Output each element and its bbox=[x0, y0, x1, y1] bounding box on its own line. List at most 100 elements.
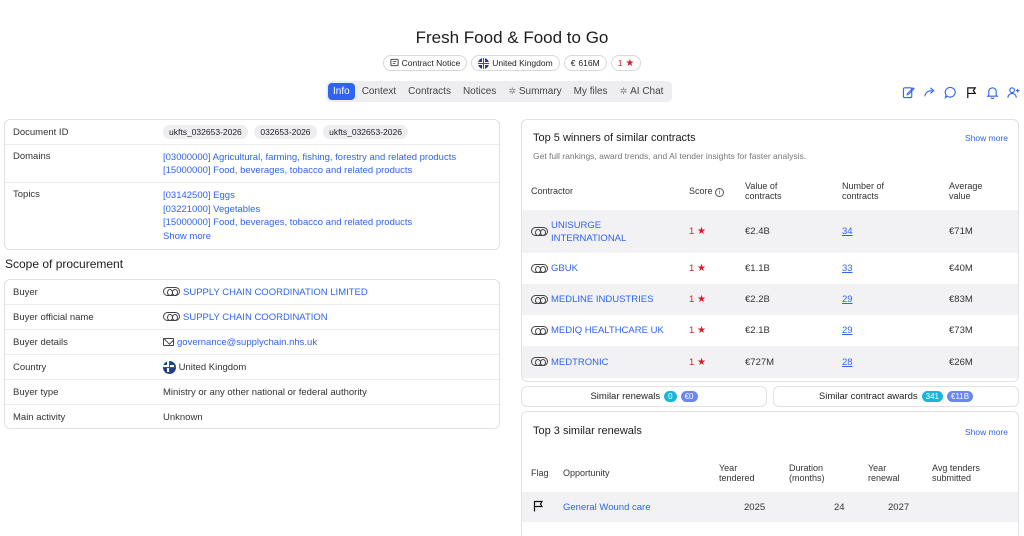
euro-icon: € bbox=[570, 58, 576, 68]
tab-info-label: Info bbox=[333, 86, 350, 97]
tab-context[interactable]: Context bbox=[357, 83, 401, 100]
average-cell: €73M bbox=[949, 325, 973, 336]
number-cell: 29 bbox=[837, 315, 944, 346]
tab-summary[interactable]: ✲ Summary bbox=[503, 83, 566, 100]
tab-my-files[interactable]: My files bbox=[569, 83, 613, 100]
winner-row[interactable]: UNISURGE INTERNATIONAL 1 ★ €2.4B 34 €71M bbox=[522, 210, 1018, 253]
action-toolbar bbox=[900, 84, 1021, 100]
renewals-title: Top 3 similar renewals bbox=[533, 425, 642, 437]
edit-icon[interactable] bbox=[900, 84, 916, 100]
value-header-line1: Value of bbox=[745, 181, 778, 191]
contractor-link[interactable]: UNISURGE INTERNATIONAL bbox=[551, 219, 626, 245]
winner-row[interactable]: MEDTRONIC 1 ★ €727M 28 €26M bbox=[522, 346, 1018, 378]
similar-awards-button[interactable]: Similar contract awards 341 €11B bbox=[773, 386, 1019, 407]
winner-row[interactable]: GBUK 1 ★ €1.1B 33 €40M bbox=[522, 253, 1018, 284]
tab-contracts[interactable]: Contracts bbox=[403, 83, 456, 100]
buyer-official-label: Buyer official name bbox=[13, 311, 94, 323]
renewals-show-more-link[interactable]: Show more bbox=[965, 427, 1008, 437]
score-cell: 1 ★ bbox=[684, 315, 740, 346]
renewals-header-row: Flag Opportunity Year tendered Duration (m… bbox=[522, 454, 1018, 492]
buyer-email-link[interactable]: governance@supplychain.nhs.uk bbox=[177, 337, 317, 348]
renewals-card: Top 3 similar renewals Show more Flag Op… bbox=[521, 411, 1019, 536]
uk-flag-icon bbox=[163, 360, 176, 374]
organization-icon bbox=[531, 294, 548, 304]
winners-card: Top 5 winners of similar contracts Get f… bbox=[521, 119, 1019, 382]
star-icon: ★ bbox=[696, 325, 706, 336]
topics-label: Topics bbox=[13, 189, 40, 200]
buyer-official-link[interactable]: SUPPLY CHAIN COORDINATION bbox=[183, 312, 328, 323]
tab-notices-label: Notices bbox=[462, 86, 497, 97]
contractor-column-header: Contractor bbox=[531, 186, 574, 196]
bell-icon[interactable] bbox=[984, 84, 1000, 100]
number-link[interactable]: 28 bbox=[842, 357, 853, 368]
value-cell: €2.1B bbox=[745, 325, 770, 336]
similar-awards-value: €11B bbox=[947, 391, 974, 402]
topic-link[interactable]: [03221000] Vegetables bbox=[163, 203, 491, 217]
contractor-link[interactable]: GBUK bbox=[551, 263, 578, 274]
number-link[interactable]: 33 bbox=[842, 263, 853, 274]
contractor-link[interactable]: MEDLINE INDUSTRIES bbox=[551, 294, 653, 305]
score-value: 1 bbox=[689, 325, 695, 336]
tab-notices[interactable]: Notices bbox=[458, 83, 501, 100]
info-icon[interactable]: i bbox=[715, 187, 725, 197]
flag-icon[interactable] bbox=[533, 500, 544, 515]
domain-link[interactable]: [03000000] Agricultural, farming, fishin… bbox=[163, 151, 491, 164]
notice-type-label: Contract Notice bbox=[401, 58, 461, 68]
duration-line2: (months) bbox=[789, 473, 825, 483]
similar-renewals-count: 0 bbox=[664, 391, 677, 402]
tab-info[interactable]: Info bbox=[328, 83, 355, 100]
year-renewal-column-header: Year renewal bbox=[863, 454, 927, 492]
flag-cell bbox=[522, 492, 558, 522]
renewal-row[interactable]: General Wound care 2025 24 2027 bbox=[522, 492, 1018, 522]
tab-ai-chat[interactable]: ✲ AI Chat bbox=[615, 83, 669, 100]
buyer-row: Buyer SUPPLY CHAIN COORDINATION LIMITED bbox=[5, 280, 499, 305]
similar-renewals-button[interactable]: Similar renewals 0 €0 bbox=[521, 386, 767, 407]
number-link[interactable]: 34 bbox=[842, 226, 853, 237]
document-icon bbox=[390, 58, 399, 69]
number-link[interactable]: 29 bbox=[842, 294, 853, 305]
topic-link[interactable]: [03142500] Eggs bbox=[163, 189, 491, 203]
contractor-link[interactable]: MEDIQ HEALTHCARE UK bbox=[551, 325, 664, 336]
tab-summary-label: Summary bbox=[518, 86, 562, 97]
country-badge-label: United Kingdom bbox=[492, 58, 553, 68]
star-icon: ★ bbox=[696, 263, 706, 274]
year-renewal-line1: Year bbox=[868, 463, 887, 473]
number-cell: 28 bbox=[837, 346, 944, 378]
value-cell: €1.1B bbox=[745, 263, 770, 274]
tab-context-label: Context bbox=[361, 86, 397, 97]
opportunity-link[interactable]: General Wound care bbox=[563, 502, 651, 513]
domain-link[interactable]: [15000000] Food, beverages, tobacco and … bbox=[163, 164, 491, 177]
rating-badge-label: 1 bbox=[617, 58, 623, 68]
number-link[interactable]: 29 bbox=[842, 325, 853, 336]
duration-cell: 24 bbox=[834, 501, 845, 513]
winners-show-more-link[interactable]: Show more bbox=[965, 133, 1008, 143]
scope-card: Buyer SUPPLY CHAIN COORDINATION LIMITED … bbox=[4, 279, 500, 429]
avg-tenders-column-header: Avg tenders submitted bbox=[927, 454, 1018, 492]
score-value: 1 bbox=[689, 263, 695, 274]
topics-show-more-link[interactable]: Show more bbox=[163, 230, 491, 244]
country-value-wrap: United Kingdom bbox=[163, 360, 491, 374]
topic-link[interactable]: [15000000] Food, beverages, tobacco and … bbox=[163, 216, 491, 230]
similar-awards-label: Similar contract awards bbox=[818, 391, 918, 402]
domains-label: Domains bbox=[13, 151, 51, 162]
organization-icon bbox=[531, 227, 548, 236]
add-user-icon[interactable] bbox=[1005, 84, 1021, 100]
comment-icon[interactable] bbox=[942, 84, 958, 100]
contractor-link[interactable]: MEDTRONIC bbox=[551, 357, 609, 368]
share-icon[interactable] bbox=[921, 84, 937, 100]
score-value: 1 bbox=[689, 356, 695, 368]
similar-renewals-label: Similar renewals bbox=[590, 391, 661, 402]
winner-row[interactable]: MEDIQ HEALTHCARE UK 1 ★ €2.1B 29 €73M bbox=[522, 315, 1018, 346]
value-column-header: Value of contracts bbox=[740, 172, 837, 210]
mail-icon bbox=[163, 337, 174, 346]
buyer-type-row: Buyer type Ministry or any other nationa… bbox=[5, 380, 499, 405]
winner-row[interactable]: MEDLINE INDUSTRIES 1 ★ €2.2B 29 €83M bbox=[522, 284, 1018, 315]
buyer-official-row: Buyer official name SUPPLY CHAIN COORDIN… bbox=[5, 305, 499, 330]
buyer-link[interactable]: SUPPLY CHAIN COORDINATION LIMITED bbox=[183, 287, 368, 298]
flag-icon[interactable] bbox=[963, 84, 979, 100]
winners-header-row: Contractor Score i Value of contracts Num… bbox=[522, 172, 1018, 210]
score-column-header: Score i bbox=[684, 172, 740, 210]
organization-icon bbox=[163, 287, 180, 297]
similar-awards-count: 341 bbox=[921, 391, 943, 402]
tab-my-files-label: My files bbox=[573, 86, 608, 97]
